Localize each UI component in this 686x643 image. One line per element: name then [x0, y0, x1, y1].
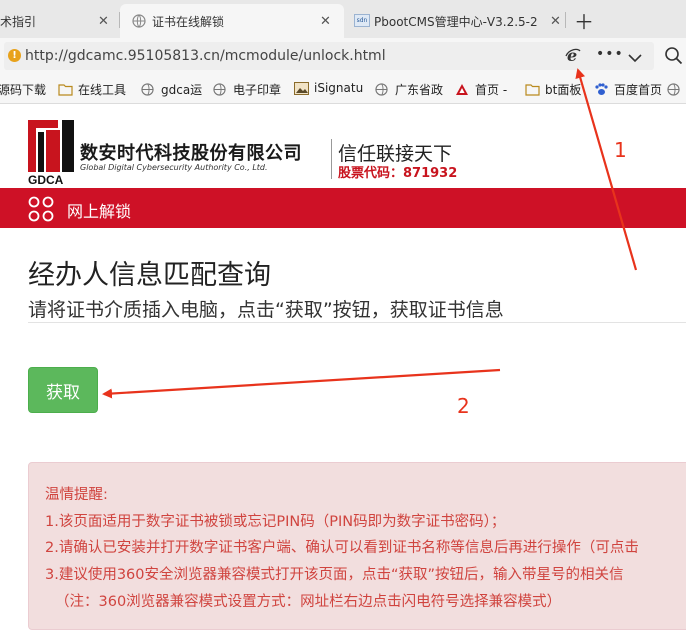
instruction-text: 请将证书介质插入电脑，点击“获取”按钮，获取证书信息: [28, 299, 504, 321]
gdca-logo: GDCA: [28, 120, 74, 187]
company-name-en: Global Digital Cybersecurity Authority C…: [80, 163, 268, 172]
bookmark-item[interactable]: 电子印章: [213, 81, 281, 98]
bookmark-label: iSignatu: [314, 81, 364, 95]
triangle-logo-icon: [455, 83, 470, 96]
address-bar-row: ! http://gdcamc.95105813.cn/mcmodule/unl…: [0, 38, 686, 74]
tab-3-label: PbootCMS管理中心-V3.2.5-2: [374, 14, 538, 29]
tab-2[interactable]: 证书在线解锁 ✕: [120, 4, 344, 38]
bookmarks-bar: 源码下载 在线工具 gdca运 电子印章 iSignatu 广东省政 首页 -: [0, 74, 686, 104]
url-text[interactable]: http://gdcamc.95105813.cn/mcmodule/unloc…: [25, 48, 386, 64]
bookmark-item[interactable]: bt面板: [525, 81, 581, 98]
globe-icon: [213, 83, 228, 96]
notice-heading: 温情提醒:: [45, 487, 108, 503]
tab-favicon-icon: sdn: [354, 14, 370, 27]
bookmark-label: 源码下载: [0, 83, 47, 97]
web-page: GDCA 数安时代科技股份有限公司 Global Digital Cyberse…: [0, 105, 686, 643]
globe-icon: [667, 83, 682, 96]
bookmark-item[interactable]: 广东省政: [375, 81, 443, 98]
annotation-label-2: 2: [457, 394, 470, 418]
bookmark-item[interactable]: 首页: [667, 81, 686, 98]
search-icon[interactable]: [664, 46, 686, 68]
ie-compat-icon[interactable]: e: [564, 46, 582, 65]
bookmark-label: 广东省政: [395, 83, 444, 97]
tab-3[interactable]: sdn PbootCMS管理中心-V3.2.5-2 ✕: [350, 4, 564, 38]
address-bar[interactable]: ! http://gdcamc.95105813.cn/mcmodule/unl…: [4, 42, 654, 70]
paw-icon: [594, 83, 609, 96]
bookmark-item[interactable]: 百度首页: [594, 81, 662, 98]
notice-line: （注：360浏览器兼容模式设置方式：网址栏右边点击闪电符号选择兼容模式）: [55, 594, 562, 610]
notice-line: 3.建议使用360安全浏览器兼容模式打开该页面，点击“获取”按钮后，输入带星号的…: [45, 567, 624, 583]
tab-close-icon[interactable]: ✕: [98, 14, 109, 29]
divider: [28, 322, 686, 323]
notice-box: 温情提醒: 1.该页面适用于数字证书被锁或忘记PIN码（PIN码即为数字证书密码…: [28, 462, 686, 630]
folder-icon: [525, 83, 540, 96]
nav-bar: 网上解锁: [0, 188, 686, 228]
bookmark-item[interactable]: iSignatu: [294, 81, 363, 95]
logo-text: GDCA: [28, 173, 64, 187]
tab-2-label: 证书在线解锁: [152, 14, 225, 29]
tab-strip: 术指引 ✕ 证书在线解锁 ✕ sdn PbootCMS管理中心-V3.2.5-2…: [0, 0, 686, 38]
globe-icon: [141, 83, 156, 96]
tab-favicon-icon: [132, 14, 146, 28]
header-divider: [331, 139, 332, 179]
notice-line: 1.该页面适用于数字证书被锁或忘记PIN码（PIN码即为数字证书密码）；: [45, 514, 506, 530]
image-icon: [294, 81, 309, 95]
bookmark-label: 电子印章: [233, 83, 282, 97]
bookmark-label: 在线工具: [78, 83, 127, 97]
globe-icon: [375, 83, 390, 96]
get-button[interactable]: 获取: [28, 367, 98, 413]
bookmark-item[interactable]: 在线工具: [58, 81, 126, 98]
warning-icon[interactable]: !: [8, 49, 21, 62]
page-title: 经办人信息匹配查询: [28, 260, 271, 291]
chevron-down-icon[interactable]: [628, 48, 642, 67]
tab-1-label: 术指引: [0, 14, 37, 29]
notice-line: 2.请确认已安装并打开数字证书客户端、确认可以看到证书名称等信息后再进行操作（可…: [45, 540, 639, 556]
stock-code: 股票代码：871932: [338, 166, 458, 181]
bookmark-label: 首页 -: [475, 83, 508, 97]
company-name: 数安时代科技股份有限公司: [80, 143, 302, 164]
bookmark-label: 百度首页: [614, 83, 663, 97]
unlock-grid-icon: [28, 196, 54, 222]
tab-1[interactable]: 术指引 ✕: [0, 4, 118, 38]
bookmark-label: bt面板: [545, 83, 582, 97]
bookmark-item[interactable]: gdca运: [141, 81, 202, 98]
bookmark-label: gdca运: [161, 83, 203, 97]
tab-separator: [565, 12, 566, 28]
annotation-label-1: 1: [614, 138, 627, 162]
new-tab-button[interactable]: ＋: [574, 6, 594, 35]
bookmark-item[interactable]: 首页 -: [455, 81, 507, 98]
tab-close-icon[interactable]: ✕: [550, 14, 561, 29]
tab-close-icon[interactable]: ✕: [320, 14, 331, 29]
more-menu-icon[interactable]: •••: [596, 46, 624, 62]
nav-label[interactable]: 网上解锁: [67, 198, 131, 222]
bookmark-item[interactable]: 源码下载: [0, 81, 46, 98]
folder-icon: [58, 83, 73, 96]
